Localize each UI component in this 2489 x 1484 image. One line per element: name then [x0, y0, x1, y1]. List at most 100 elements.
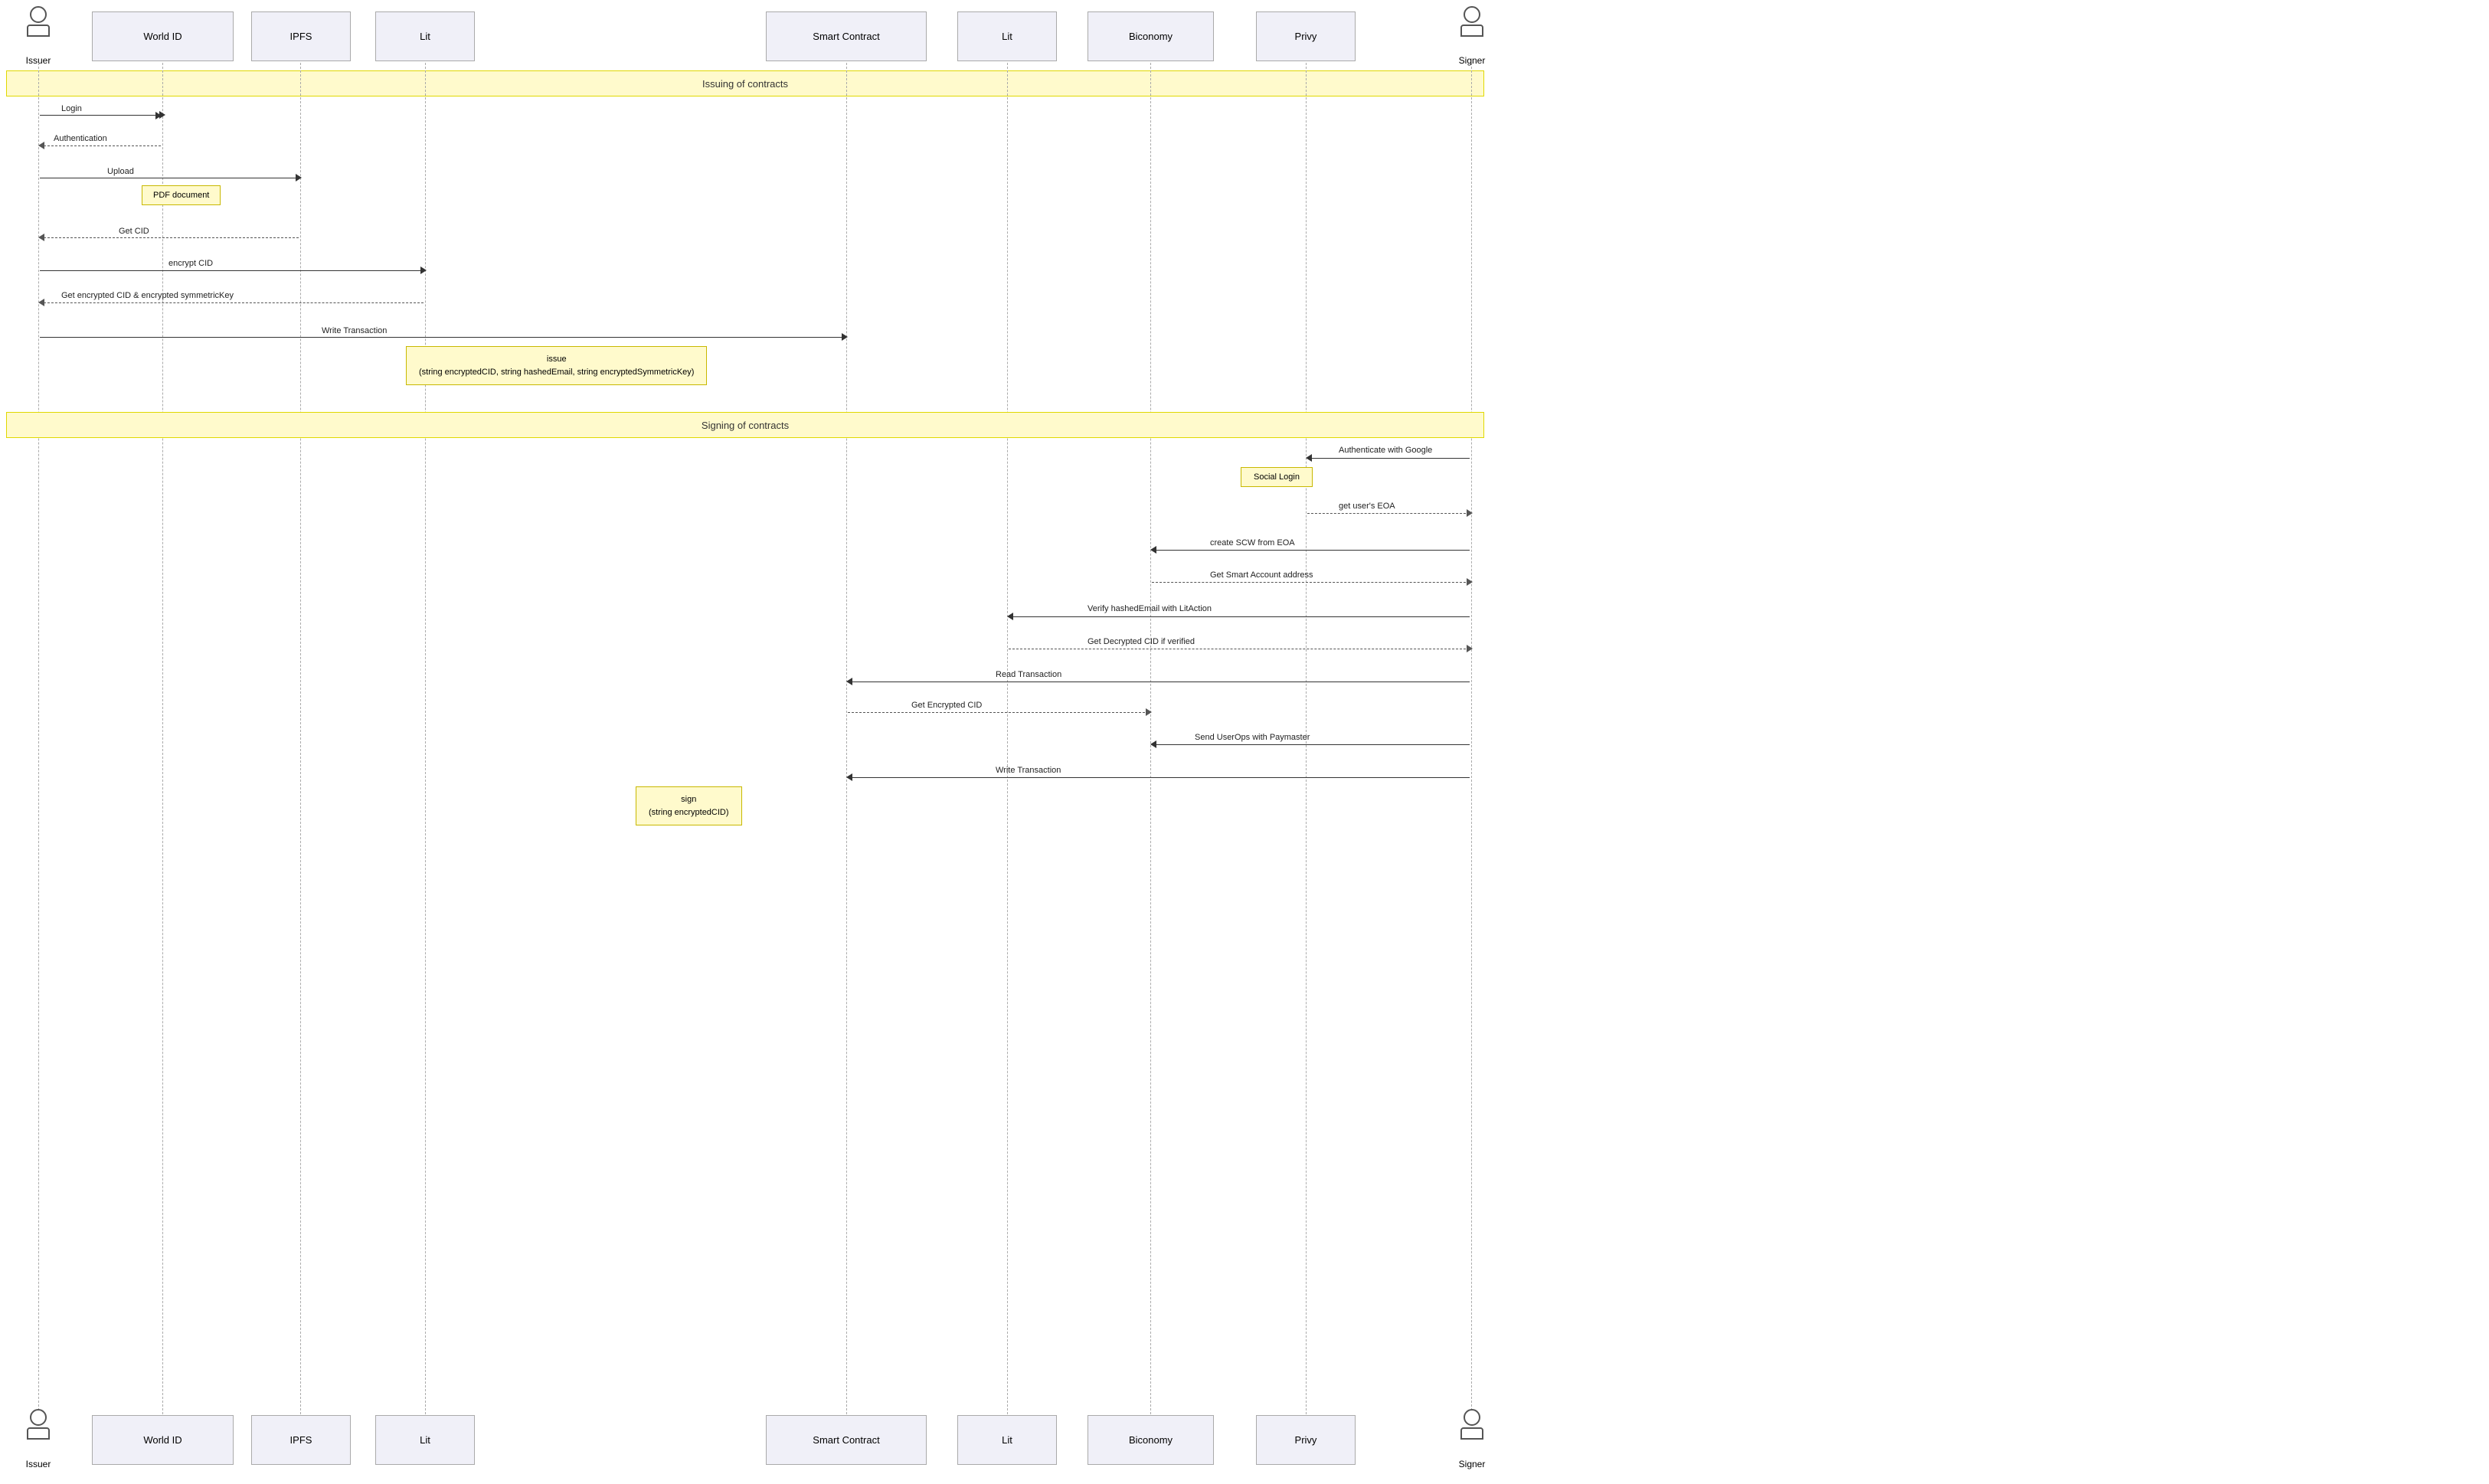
biconomy-bottom-label: Biconomy — [1129, 1434, 1173, 1446]
arrow-authgoogle-head — [1306, 454, 1312, 462]
arrow-login-head — [159, 111, 165, 119]
actor-signer-top-label: Signer — [1441, 55, 1503, 66]
section-signing-banner: Signing of contracts — [6, 412, 1484, 438]
arrow-getusereoa-label: get user's EOA — [1339, 502, 1395, 511]
note-sign: sign(string encryptedCID) — [636, 786, 742, 825]
arrow-senduserops-head — [1150, 740, 1156, 748]
signing-banner-label: Signing of contracts — [702, 420, 789, 431]
arrow-upload-head — [296, 174, 302, 181]
actor-ipfs-bottom: IPFS — [251, 1415, 351, 1465]
lifeline-ipfs — [300, 63, 301, 1418]
arrow-verifyhash-label: Verify hashedEmail with LitAction — [1088, 604, 1212, 613]
arrow-writetx2-head — [846, 773, 852, 781]
arrow-getdecrypted-label: Get Decrypted CID if verified — [1088, 637, 1195, 646]
actor-signer-bottom-label: Signer — [1441, 1459, 1503, 1469]
arrow-getcid-label: Get CID — [119, 227, 149, 236]
lit2-bottom-label: Lit — [1002, 1434, 1012, 1446]
arrow-createscw-line — [1152, 550, 1470, 551]
note-sign-label: sign(string encryptedCID) — [649, 795, 729, 817]
note-issue-label: issue(string encryptedCID, string hashed… — [419, 355, 694, 377]
lifeline-worldid — [162, 63, 163, 1418]
actor-lit2-bottom: Lit — [957, 1415, 1057, 1465]
arrow-writetx2-label: Write Transaction — [996, 766, 1061, 775]
privy-bottom-label: Privy — [1295, 1434, 1317, 1446]
actor-issuer-bottom — [8, 1409, 69, 1440]
note-pdf-label: PDF document — [153, 191, 209, 200]
biconomy-top-label: Biconomy — [1129, 31, 1173, 42]
arrow-getusereoa-line — [1307, 513, 1470, 514]
arrow-getcid-line — [40, 237, 299, 238]
arrow-getsmartacc-head — [1467, 578, 1473, 586]
ipfs-top-label: IPFS — [290, 31, 312, 42]
arrow-auth-line — [40, 145, 161, 146]
arrow-getencrypted-head — [38, 299, 44, 306]
actor-worldid-bottom: World ID — [92, 1415, 234, 1465]
lit2-top-label: Lit — [1002, 31, 1012, 42]
lifeline-signer — [1471, 63, 1472, 1418]
worldid-top-label: World ID — [143, 31, 182, 42]
arrow-getencrypted-label: Get encrypted CID & encrypted symmetricK… — [61, 291, 234, 300]
actor-signer-bottom — [1441, 1409, 1503, 1440]
arrow-senduserops-line — [1152, 744, 1470, 745]
arrow-writetx-head — [842, 333, 848, 341]
arrow-createscw-head — [1150, 546, 1156, 554]
diagram-container: Issuer World ID IPFS Lit Smart Contract … — [0, 0, 2489, 1484]
arrow-verifyhash-head — [1007, 613, 1013, 620]
arrow-login-line — [40, 115, 162, 116]
actor-smartcontract-top: Smart Contract — [766, 11, 927, 61]
worldid-bottom-label: World ID — [143, 1434, 182, 1446]
actor-lit1-bottom: Lit — [375, 1415, 475, 1465]
ipfs-bottom-label: IPFS — [290, 1434, 312, 1446]
actor-biconomy-top: Biconomy — [1088, 11, 1214, 61]
actor-issuer-top — [8, 6, 69, 37]
actor-privy-bottom: Privy — [1256, 1415, 1356, 1465]
arrow-upload-label: Upload — [107, 167, 134, 176]
actor-lit2-top: Lit — [957, 11, 1057, 61]
arrow-verifyhash-line — [1009, 616, 1470, 617]
arrow-encrypt-line — [40, 270, 424, 271]
arrow-authgoogle-label: Authenticate with Google — [1339, 446, 1432, 455]
arrow-getcid-head — [38, 234, 44, 241]
arrow-getencrypted-line — [40, 302, 424, 303]
arrow-authgoogle-line — [1307, 458, 1470, 459]
arrow-readtx-label: Read Transaction — [996, 670, 1061, 679]
arrow-senduserops-label: Send UserOps with Paymaster — [1195, 733, 1310, 742]
arrow-getdecrypted-head — [1467, 645, 1473, 652]
actor-worldid-top: World ID — [92, 11, 234, 61]
note-sociallogin: Social Login — [1241, 467, 1313, 487]
actor-biconomy-bottom: Biconomy — [1088, 1415, 1214, 1465]
smartcontract-bottom-label: Smart Contract — [813, 1434, 879, 1446]
arrow-encrypt-label: encrypt CID — [168, 259, 213, 268]
arrow-getsmartacc-label: Get Smart Account address — [1210, 570, 1313, 580]
arrow-auth-label: Authentication — [54, 134, 107, 143]
arrow-getencryptedcid-head — [1146, 708, 1152, 716]
arrow-getencryptedcid-line — [848, 712, 1149, 713]
note-pdf: PDF document — [142, 185, 221, 205]
lifeline-issuer — [38, 63, 39, 1418]
lit1-top-label: Lit — [420, 31, 430, 42]
arrow-writetx-line — [40, 337, 845, 338]
actor-issuer-bottom-label: Issuer — [8, 1459, 69, 1469]
actor-smartcontract-bottom: Smart Contract — [766, 1415, 927, 1465]
privy-top-label: Privy — [1295, 31, 1317, 42]
actor-ipfs-top: IPFS — [251, 11, 351, 61]
lifeline-lit2 — [1007, 63, 1008, 1418]
arrow-createscw-label: create SCW from EOA — [1210, 538, 1295, 548]
actor-signer-top — [1441, 6, 1503, 37]
section-issuing-banner: Issuing of contracts — [6, 70, 1484, 96]
issuing-banner-label: Issuing of contracts — [702, 78, 788, 90]
actor-lit1-top: Lit — [375, 11, 475, 61]
arrow-readtx-head — [846, 678, 852, 685]
arrow-writetx2-line — [848, 777, 1470, 778]
arrow-auth-head — [38, 142, 44, 149]
lifeline-smartcontract — [846, 63, 847, 1418]
arrow-writetx-label: Write Transaction — [322, 326, 387, 335]
arrow-getusereoa-head — [1467, 509, 1473, 517]
lit1-bottom-label: Lit — [420, 1434, 430, 1446]
smartcontract-top-label: Smart Contract — [813, 31, 879, 42]
note-sociallogin-label: Social Login — [1254, 472, 1300, 482]
actor-privy-top: Privy — [1256, 11, 1356, 61]
arrow-getsmartacc-line — [1152, 582, 1470, 583]
arrow-getencryptedcid-label: Get Encrypted CID — [911, 701, 982, 710]
note-issue: issue(string encryptedCID, string hashed… — [406, 346, 707, 385]
